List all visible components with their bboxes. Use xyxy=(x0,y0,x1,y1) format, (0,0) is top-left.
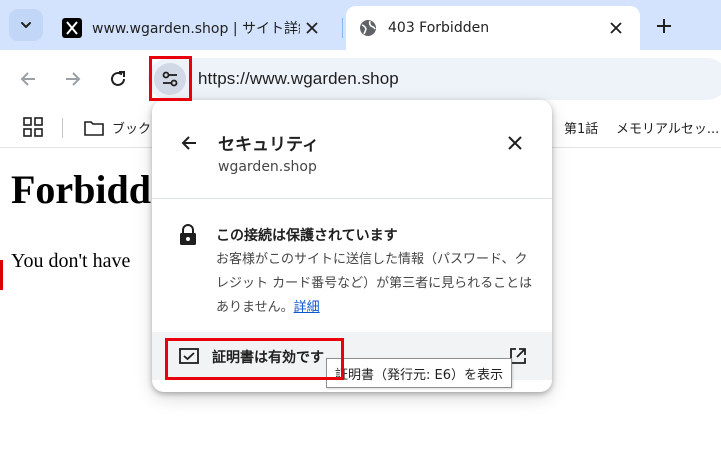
close-tab-icon[interactable] xyxy=(300,16,324,40)
bookmark-item[interactable]: メモリアルセッ... xyxy=(616,118,719,137)
connection-status-title: この接続は保護されています xyxy=(216,228,398,244)
reload-icon xyxy=(111,71,125,86)
tab-search-button[interactable] xyxy=(9,9,43,41)
plus-icon xyxy=(657,19,671,33)
new-tab-button[interactable] xyxy=(650,12,678,40)
close-button[interactable] xyxy=(502,130,528,156)
folder-icon xyxy=(84,120,104,136)
popup-divider xyxy=(152,198,552,199)
popup-domain: wgarden.shop xyxy=(218,159,317,175)
page-message: You don't have xyxy=(11,250,131,272)
tab-403-forbidden[interactable]: 403 Forbidden xyxy=(346,6,640,50)
back-button[interactable] xyxy=(176,130,202,156)
tab-strip: www.wgarden.shop | サイト詳細 403 Forbidden xyxy=(0,0,721,50)
apps-grid-icon[interactable] xyxy=(22,116,44,138)
bookmark-item[interactable]: 第1話 xyxy=(549,118,598,137)
bookmarks-separator xyxy=(62,118,63,138)
close-tab-icon[interactable] xyxy=(604,16,628,40)
arrow-right-icon xyxy=(66,72,81,86)
page-edge-mark xyxy=(0,260,3,290)
tab-site-details[interactable]: www.wgarden.shop | サイト詳細 xyxy=(50,6,336,50)
arrow-left-icon xyxy=(181,136,196,150)
certificate-highlight xyxy=(165,338,344,380)
site-info-highlight xyxy=(149,56,192,101)
url-text[interactable]: https://www.wgarden.shop xyxy=(198,69,399,89)
globe-icon xyxy=(358,18,378,38)
chevron-down-icon xyxy=(21,22,31,28)
details-link[interactable]: 詳細 xyxy=(294,300,320,315)
connection-description-text: お客様がこのサイトに送信した情報（パスワード、クレジット カード番号など）が第三… xyxy=(216,252,533,315)
address-bar[interactable]: https://www.wgarden.shop xyxy=(148,58,721,100)
bookmark-label: メモリアルセッ... xyxy=(616,122,720,137)
bookmark-label: 第1話 xyxy=(564,122,599,137)
back-button[interactable] xyxy=(14,65,42,93)
forward-button[interactable] xyxy=(59,65,87,93)
close-icon xyxy=(508,136,522,150)
certificate-tooltip: 証明書（発行元: E6）を表示 xyxy=(326,358,512,388)
popup-title: セキュリティ xyxy=(218,135,319,155)
tab-separator xyxy=(342,18,343,38)
connection-description: お客様がこのサイトに送信した情報（パスワード、クレジット カード番号など）が第三… xyxy=(216,248,536,320)
tab-title: 403 Forbidden xyxy=(388,20,490,36)
tab-title: www.wgarden.shop | サイト詳細 xyxy=(92,21,300,37)
arrow-left-icon xyxy=(20,72,35,86)
lock-icon xyxy=(180,224,196,245)
reload-button[interactable] xyxy=(104,65,132,93)
x-logo-icon xyxy=(62,18,82,38)
